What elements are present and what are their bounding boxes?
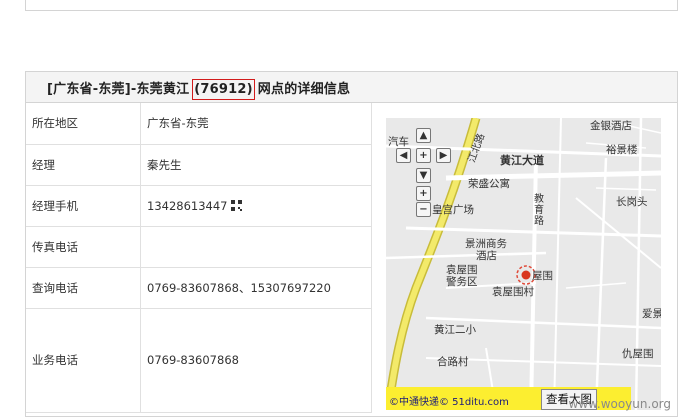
map-label: 袁屋围村 bbox=[492, 286, 534, 298]
row-label: 查询电话 bbox=[26, 267, 141, 309]
table-row: 经理手机 13428613447 bbox=[26, 185, 372, 227]
map-label: 屋围 bbox=[532, 270, 553, 282]
title-suffix: 网点的详细信息 bbox=[257, 82, 351, 97]
zoom-out-button[interactable]: − bbox=[416, 202, 431, 217]
row-value: 0769-83607868 bbox=[140, 308, 372, 413]
detail-title: [广东省-东莞]-东莞黄江 (76912) 网点的详细信息 bbox=[47, 78, 350, 100]
row-value bbox=[140, 226, 372, 268]
zoom-in-button[interactable]: + bbox=[416, 186, 431, 201]
branch-code: (76912) bbox=[192, 79, 255, 100]
map-label: 警务区 bbox=[446, 276, 478, 288]
map-label: 长岗头 bbox=[616, 196, 648, 208]
row-label: 经理手机 bbox=[26, 185, 141, 227]
map-label: 皇宫广场 bbox=[432, 204, 474, 216]
row-label: 业务电话 bbox=[26, 308, 141, 413]
row-label: 所在地区 bbox=[26, 103, 141, 145]
map-label: 爱景 bbox=[642, 308, 661, 320]
row-value: 13428613447 bbox=[140, 185, 372, 227]
map-label: 酒店 bbox=[476, 250, 497, 262]
map-label: 黄江二小 bbox=[434, 324, 476, 336]
branch-map[interactable]: 江北路 黄江大道 荣盛公寓 皇宫广场 教育路 景洲商务 酒店 袁屋围 警务区 袁… bbox=[386, 118, 661, 410]
table-row: 经理 秦先生 bbox=[26, 144, 372, 186]
row-label: 传真电话 bbox=[26, 226, 141, 268]
map-label: 荣盛公寓 bbox=[468, 178, 510, 190]
map-label: 汽车 bbox=[388, 136, 409, 148]
row-value: 0769-83607868、15307697220 bbox=[140, 267, 372, 309]
map-label: 仇屋围 bbox=[622, 348, 654, 360]
pan-down-button[interactable]: ▼ bbox=[416, 168, 431, 183]
title-region: [广东省-东莞]-东莞黄江 bbox=[47, 82, 190, 97]
map-label: 裕景楼 bbox=[606, 144, 638, 156]
map-label: 教育路 bbox=[534, 194, 544, 227]
table-row: 所在地区 广东省-东莞 bbox=[26, 103, 372, 145]
map-label: 合路村 bbox=[437, 356, 469, 368]
watermark: www.wooyun.org bbox=[568, 397, 671, 411]
map-label: 黄江大道 bbox=[500, 154, 544, 167]
manager-mobile: 13428613447 bbox=[147, 198, 228, 213]
detail-header: [广东省-东莞]-东莞黄江 (76912) 网点的详细信息 bbox=[26, 72, 677, 103]
table-row: 业务电话 0769-83607868 bbox=[26, 308, 372, 413]
pan-up-button[interactable]: ▲ bbox=[416, 128, 431, 143]
info-table: 所在地区 广东省-东莞 经理 秦先生 经理手机 13428613447 传真电话… bbox=[26, 103, 372, 413]
table-row: 查询电话 0769-83607868、15307697220 bbox=[26, 267, 372, 309]
qr-code-icon[interactable] bbox=[231, 199, 243, 211]
map-label: 金银酒店 bbox=[590, 120, 632, 132]
branch-detail-panel: [广东省-东莞]-东莞黄江 (76912) 网点的详细信息 所在地区 广东省-东莞 … bbox=[25, 71, 678, 417]
pan-center-button[interactable]: + bbox=[416, 148, 431, 163]
pan-left-button[interactable]: ◀ bbox=[396, 148, 411, 163]
row-value: 秦先生 bbox=[140, 144, 372, 186]
row-label: 经理 bbox=[26, 144, 141, 186]
top-panel bbox=[25, 0, 678, 11]
table-row: 传真电话 bbox=[26, 226, 372, 268]
map-copyright[interactable]: ©中通快递© 51ditu.com bbox=[389, 393, 509, 408]
row-value: 广东省-东莞 bbox=[140, 103, 372, 145]
pan-right-button[interactable]: ▶ bbox=[436, 148, 451, 163]
